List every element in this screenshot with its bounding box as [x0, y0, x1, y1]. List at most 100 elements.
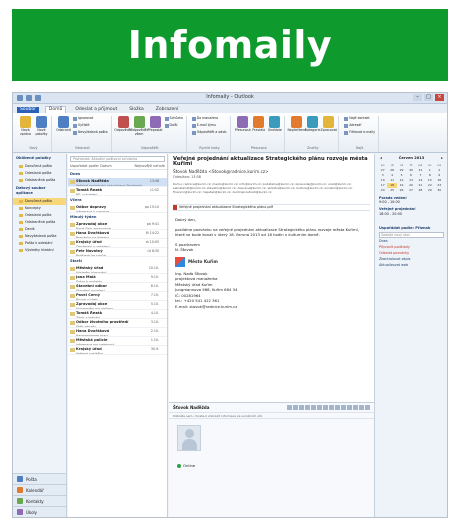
nav-folder[interactable]: Doručená pošta [13, 163, 66, 170]
nav-folder[interactable]: Nevyžádaná pošta [13, 233, 66, 240]
ribbon-button[interactable]: Nepřečtené [288, 116, 306, 133]
attachment-name[interactable]: Veřejné projednání aktualizace Strategic… [179, 205, 273, 210]
tab-0[interactable]: Soubor [17, 107, 39, 113]
nav-folder[interactable]: Deník [13, 226, 66, 233]
nav-folder[interactable]: Odstraněná pošta [13, 177, 66, 184]
ribbon-small-button[interactable]: Filtrovat e-maily [344, 130, 375, 135]
tab-1[interactable]: Domů [44, 106, 67, 113]
ribbon-button[interactable]: Odpovědět všem [130, 116, 148, 136]
list-item[interactable]: Jana Malá Dotaz k projektu 9.10. [68, 274, 167, 283]
list-item[interactable]: Zpravodaj obce Nové číslo zpravodaje pá 9:… [68, 221, 167, 230]
ribbon-button[interactable]: OneNote [268, 116, 282, 133]
ribbon-small-button[interactable]: Schůzka [164, 116, 183, 121]
calendar-day[interactable]: 26 [397, 188, 406, 193]
ribbon-button[interactable]: Nová zpráva [19, 116, 32, 136]
ribbon-button[interactable]: Pravidla [252, 116, 265, 133]
ribbon-button[interactable]: Odpovědět [114, 116, 132, 136]
list-group-header[interactable]: Starší [68, 257, 167, 265]
person-thumbnail-icon[interactable] [353, 405, 358, 410]
list-group-header[interactable]: Včera [68, 196, 167, 204]
list-item[interactable]: Šťovok Naďěžda Veřejné projednání aktuali… [68, 178, 167, 187]
person-thumbnail-icon[interactable] [329, 405, 334, 410]
maximize-button[interactable]: □ [424, 94, 433, 101]
nav-mail-button[interactable]: Pošta [13, 473, 66, 484]
ribbon-small-button[interactable]: Vyčistit [73, 123, 108, 128]
nav-folder[interactable]: Odeslaná pošta [13, 212, 66, 219]
person-thumbnail-icon[interactable] [365, 405, 370, 410]
task-item[interactable]: Dnes [379, 239, 444, 244]
sort-label[interactable]: Uspořádat podle: Datum [70, 164, 112, 169]
person-thumbnail-icon[interactable] [335, 405, 340, 410]
sort-order[interactable]: Nejnovější nahoře [135, 164, 165, 169]
attachment[interactable]: Veřejné projednání aktualizace Strategic… [173, 204, 370, 211]
person-thumbnail-icon[interactable] [323, 405, 328, 410]
nav-contacts-button[interactable]: Kontakty [13, 495, 66, 506]
prev-month-button[interactable]: ◂ [380, 156, 382, 161]
ribbon-small-button[interactable]: Do manažera [191, 116, 227, 121]
ribbon-small-button[interactable]: Najít kontakt [344, 116, 375, 121]
ribbon-button[interactable]: Kategorie [305, 116, 320, 133]
person-thumbnail-icon[interactable] [311, 405, 316, 410]
appointment[interactable]: Porada vedení 9:00 - 10:00 [379, 196, 444, 204]
tasks-header[interactable]: Uspořádat podle: Příznak [379, 226, 444, 231]
list-item[interactable]: Stavební odbor Stavební povolení 8.10. [68, 283, 167, 292]
list-item[interactable]: Zpravodaj obce Upozornění pro občany 5.10. [68, 301, 167, 310]
list-item[interactable]: Hana Dvořáková Pozvánka na jednání čt 14:2… [68, 230, 167, 239]
nav-folder[interactable]: Odstraněná pošta [13, 219, 66, 226]
people-pane-bar[interactable]: Klikněte sem, chcete-li zobrazit informa… [169, 412, 374, 419]
ribbon-button[interactable]: Zpracovat [321, 116, 337, 133]
calendar-day[interactable]: 27 [406, 188, 415, 193]
ribbon-button[interactable]: Přesunout [235, 116, 251, 133]
list-item[interactable]: Krajský úřad Oznámení o zahájení st 10:05 [68, 239, 167, 248]
tab-3[interactable]: Složka [126, 107, 147, 113]
appointment[interactable]: Veřejné projednání 18:00 - 20:00 [379, 207, 444, 215]
person-thumbnail-icon[interactable] [347, 405, 352, 410]
minimize-button[interactable]: – [413, 94, 422, 101]
ribbon-small-button[interactable]: Odpovědět a odstr. [191, 130, 227, 135]
person-thumbnail-icon[interactable] [359, 405, 364, 410]
nav-section-title[interactable]: Datový soubor aplikace [13, 184, 66, 198]
search-input[interactable]: Prohledat: Aktuální poštovní schránka [70, 156, 165, 162]
next-month-button[interactable]: ▸ [441, 156, 443, 161]
tab-2[interactable]: Odeslat a přijmout [72, 107, 120, 113]
nav-section-title[interactable]: Oblíbené položky [13, 154, 66, 163]
ribbon-button[interactable]: Odstranit [56, 116, 71, 135]
nav-tasks-button[interactable]: Úkoly [13, 506, 66, 517]
calendar-day[interactable]: 25 [387, 188, 396, 193]
list-group-header[interactable]: Minulý týden [68, 213, 167, 221]
person-thumbnail-icon[interactable] [341, 405, 346, 410]
ribbon-small-button[interactable]: Adresář [344, 123, 375, 128]
ribbon-button[interactable]: Přeposlat [148, 116, 162, 136]
nav-calendar-button[interactable]: Kalendář [13, 484, 66, 495]
person-thumbnail-icon[interactable] [305, 405, 310, 410]
close-button[interactable]: × [435, 94, 444, 101]
list-group-header[interactable]: Dnes [68, 170, 167, 178]
new-task-input[interactable]: Zadejte nový úkol [379, 231, 444, 238]
person-thumbnail-icon[interactable] [299, 405, 304, 410]
list-item[interactable]: Tomáš Řezák Zápis z jednání 4.10. [68, 310, 167, 319]
task-item[interactable]: Připravit podklady [379, 245, 444, 250]
people-name[interactable]: Šťovok Naďěžda [173, 405, 209, 410]
person-thumbnail-icon[interactable] [317, 405, 322, 410]
list-item[interactable]: Petr Novotný Podklady ke schůzi út 8:30 [68, 248, 167, 257]
calendar-day[interactable]: 29 [425, 188, 434, 193]
calendar-day[interactable]: 28 [416, 188, 425, 193]
list-item[interactable]: Tomáš Řezák RE: schválení 11:52 [68, 187, 167, 196]
list-item[interactable]: Městská policie Informace pro veřejnost 1.… [68, 337, 167, 346]
ribbon-small-button[interactable]: Ignorovat [73, 116, 108, 121]
nav-folder[interactable]: Koncepty [13, 205, 66, 212]
person-thumbnail-icon[interactable] [293, 405, 298, 410]
task-item[interactable]: Odeslat pozvánky [379, 251, 444, 256]
list-item[interactable]: Krajský úřad Veřejná vyhláška 30.9. [68, 346, 167, 355]
nav-folder[interactable]: Doručená pošta [13, 198, 66, 205]
ribbon-small-button[interactable]: Nevyžádaná pošta [73, 130, 108, 135]
nav-folder[interactable]: Výsledky hledání [13, 247, 66, 254]
tab-4[interactable]: Zobrazení [153, 107, 182, 113]
list-item[interactable]: Městský úřad Výsledky hlasování 10.10. [68, 265, 167, 274]
ribbon-button[interactable]: Nové položky [35, 116, 48, 136]
calendar-day[interactable]: 24 [378, 188, 387, 193]
task-item[interactable]: Aktualizovat web [379, 263, 444, 268]
list-item[interactable]: Pavel Černý Rozpis služeb 7.10. [68, 292, 167, 301]
ribbon-small-button[interactable]: E-mail týmu [191, 123, 227, 128]
list-item[interactable]: Odbor dopravy Informace k uzavírce po 15:1… [68, 204, 167, 213]
